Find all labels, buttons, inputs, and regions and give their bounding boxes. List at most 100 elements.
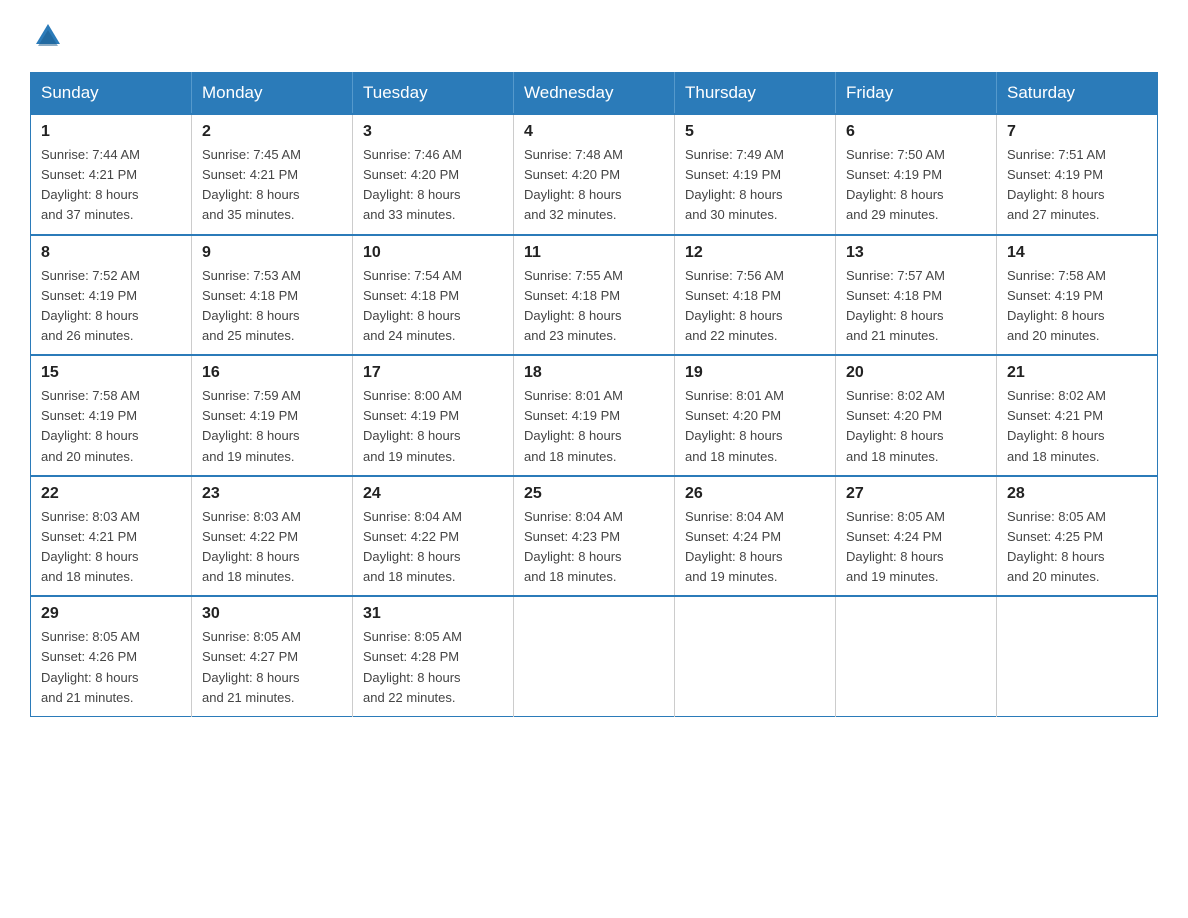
day-number: 20 — [846, 364, 986, 382]
day-number: 19 — [685, 364, 825, 382]
calendar-day-cell: 14 Sunrise: 7:58 AMSunset: 4:19 PMDaylig… — [997, 235, 1158, 356]
calendar-day-cell: 25 Sunrise: 8:04 AMSunset: 4:23 PMDaylig… — [514, 476, 675, 597]
calendar-day-cell: 7 Sunrise: 7:51 AMSunset: 4:19 PMDayligh… — [997, 114, 1158, 235]
calendar-day-cell: 27 Sunrise: 8:05 AMSunset: 4:24 PMDaylig… — [836, 476, 997, 597]
day-info: Sunrise: 7:58 AMSunset: 4:19 PMDaylight:… — [41, 386, 181, 467]
day-number: 18 — [524, 364, 664, 382]
day-number: 17 — [363, 364, 503, 382]
day-number: 28 — [1007, 485, 1147, 503]
calendar-day-cell — [997, 596, 1158, 716]
day-info: Sunrise: 7:54 AMSunset: 4:18 PMDaylight:… — [363, 266, 503, 347]
calendar-day-cell: 1 Sunrise: 7:44 AMSunset: 4:21 PMDayligh… — [31, 114, 192, 235]
day-number: 15 — [41, 364, 181, 382]
day-info: Sunrise: 8:05 AMSunset: 4:26 PMDaylight:… — [41, 627, 181, 708]
day-of-week-header: Thursday — [675, 73, 836, 115]
day-info: Sunrise: 7:51 AMSunset: 4:19 PMDaylight:… — [1007, 145, 1147, 226]
day-info: Sunrise: 8:01 AMSunset: 4:20 PMDaylight:… — [685, 386, 825, 467]
day-number: 3 — [363, 123, 503, 141]
day-info: Sunrise: 7:49 AMSunset: 4:19 PMDaylight:… — [685, 145, 825, 226]
calendar-day-cell: 17 Sunrise: 8:00 AMSunset: 4:19 PMDaylig… — [353, 355, 514, 476]
day-number: 9 — [202, 244, 342, 262]
day-number: 11 — [524, 244, 664, 262]
calendar-day-cell: 3 Sunrise: 7:46 AMSunset: 4:20 PMDayligh… — [353, 114, 514, 235]
calendar-day-cell: 22 Sunrise: 8:03 AMSunset: 4:21 PMDaylig… — [31, 476, 192, 597]
day-info: Sunrise: 8:04 AMSunset: 4:22 PMDaylight:… — [363, 507, 503, 588]
calendar-day-cell: 6 Sunrise: 7:50 AMSunset: 4:19 PMDayligh… — [836, 114, 997, 235]
calendar-day-cell — [514, 596, 675, 716]
day-number: 29 — [41, 605, 181, 623]
calendar-week-row: 1 Sunrise: 7:44 AMSunset: 4:21 PMDayligh… — [31, 114, 1158, 235]
day-info: Sunrise: 8:05 AMSunset: 4:24 PMDaylight:… — [846, 507, 986, 588]
logo — [30, 20, 66, 52]
calendar-day-cell: 9 Sunrise: 7:53 AMSunset: 4:18 PMDayligh… — [192, 235, 353, 356]
day-info: Sunrise: 8:02 AMSunset: 4:21 PMDaylight:… — [1007, 386, 1147, 467]
day-of-week-header: Friday — [836, 73, 997, 115]
day-info: Sunrise: 7:57 AMSunset: 4:18 PMDaylight:… — [846, 266, 986, 347]
calendar-day-cell: 30 Sunrise: 8:05 AMSunset: 4:27 PMDaylig… — [192, 596, 353, 716]
day-info: Sunrise: 7:55 AMSunset: 4:18 PMDaylight:… — [524, 266, 664, 347]
day-number: 26 — [685, 485, 825, 503]
calendar-day-cell: 11 Sunrise: 7:55 AMSunset: 4:18 PMDaylig… — [514, 235, 675, 356]
day-of-week-header: Wednesday — [514, 73, 675, 115]
day-number: 13 — [846, 244, 986, 262]
day-info: Sunrise: 8:00 AMSunset: 4:19 PMDaylight:… — [363, 386, 503, 467]
calendar-day-cell: 15 Sunrise: 7:58 AMSunset: 4:19 PMDaylig… — [31, 355, 192, 476]
day-number: 31 — [363, 605, 503, 623]
calendar-day-cell: 16 Sunrise: 7:59 AMSunset: 4:19 PMDaylig… — [192, 355, 353, 476]
day-of-week-header: Monday — [192, 73, 353, 115]
day-number: 8 — [41, 244, 181, 262]
day-number: 23 — [202, 485, 342, 503]
day-of-week-header: Sunday — [31, 73, 192, 115]
day-info: Sunrise: 8:05 AMSunset: 4:27 PMDaylight:… — [202, 627, 342, 708]
day-info: Sunrise: 7:44 AMSunset: 4:21 PMDaylight:… — [41, 145, 181, 226]
day-number: 22 — [41, 485, 181, 503]
calendar-day-cell: 21 Sunrise: 8:02 AMSunset: 4:21 PMDaylig… — [997, 355, 1158, 476]
day-number: 1 — [41, 123, 181, 141]
day-info: Sunrise: 8:01 AMSunset: 4:19 PMDaylight:… — [524, 386, 664, 467]
day-info: Sunrise: 7:53 AMSunset: 4:18 PMDaylight:… — [202, 266, 342, 347]
calendar-day-cell: 19 Sunrise: 8:01 AMSunset: 4:20 PMDaylig… — [675, 355, 836, 476]
calendar-header-row: SundayMondayTuesdayWednesdayThursdayFrid… — [31, 73, 1158, 115]
day-number: 7 — [1007, 123, 1147, 141]
day-info: Sunrise: 7:59 AMSunset: 4:19 PMDaylight:… — [202, 386, 342, 467]
day-info: Sunrise: 8:02 AMSunset: 4:20 PMDaylight:… — [846, 386, 986, 467]
day-number: 16 — [202, 364, 342, 382]
day-info: Sunrise: 7:58 AMSunset: 4:19 PMDaylight:… — [1007, 266, 1147, 347]
calendar-day-cell: 20 Sunrise: 8:02 AMSunset: 4:20 PMDaylig… — [836, 355, 997, 476]
calendar-week-row: 15 Sunrise: 7:58 AMSunset: 4:19 PMDaylig… — [31, 355, 1158, 476]
day-info: Sunrise: 8:05 AMSunset: 4:25 PMDaylight:… — [1007, 507, 1147, 588]
calendar-day-cell: 26 Sunrise: 8:04 AMSunset: 4:24 PMDaylig… — [675, 476, 836, 597]
day-info: Sunrise: 7:46 AMSunset: 4:20 PMDaylight:… — [363, 145, 503, 226]
calendar-day-cell: 18 Sunrise: 8:01 AMSunset: 4:19 PMDaylig… — [514, 355, 675, 476]
day-number: 12 — [685, 244, 825, 262]
day-number: 25 — [524, 485, 664, 503]
day-number: 4 — [524, 123, 664, 141]
day-info: Sunrise: 8:05 AMSunset: 4:28 PMDaylight:… — [363, 627, 503, 708]
calendar-day-cell: 5 Sunrise: 7:49 AMSunset: 4:19 PMDayligh… — [675, 114, 836, 235]
calendar-day-cell: 28 Sunrise: 8:05 AMSunset: 4:25 PMDaylig… — [997, 476, 1158, 597]
day-number: 14 — [1007, 244, 1147, 262]
calendar-table: SundayMondayTuesdayWednesdayThursdayFrid… — [30, 72, 1158, 717]
calendar-day-cell: 4 Sunrise: 7:48 AMSunset: 4:20 PMDayligh… — [514, 114, 675, 235]
day-number: 10 — [363, 244, 503, 262]
day-info: Sunrise: 7:48 AMSunset: 4:20 PMDaylight:… — [524, 145, 664, 226]
day-of-week-header: Tuesday — [353, 73, 514, 115]
day-number: 27 — [846, 485, 986, 503]
calendar-day-cell: 13 Sunrise: 7:57 AMSunset: 4:18 PMDaylig… — [836, 235, 997, 356]
day-info: Sunrise: 7:50 AMSunset: 4:19 PMDaylight:… — [846, 145, 986, 226]
day-number: 30 — [202, 605, 342, 623]
day-info: Sunrise: 7:56 AMSunset: 4:18 PMDaylight:… — [685, 266, 825, 347]
calendar-day-cell: 23 Sunrise: 8:03 AMSunset: 4:22 PMDaylig… — [192, 476, 353, 597]
day-number: 2 — [202, 123, 342, 141]
calendar-day-cell: 24 Sunrise: 8:04 AMSunset: 4:22 PMDaylig… — [353, 476, 514, 597]
day-info: Sunrise: 8:04 AMSunset: 4:24 PMDaylight:… — [685, 507, 825, 588]
logo-icon — [32, 20, 64, 52]
day-number: 5 — [685, 123, 825, 141]
page-header — [30, 20, 1158, 52]
day-number: 21 — [1007, 364, 1147, 382]
day-info: Sunrise: 7:52 AMSunset: 4:19 PMDaylight:… — [41, 266, 181, 347]
calendar-week-row: 29 Sunrise: 8:05 AMSunset: 4:26 PMDaylig… — [31, 596, 1158, 716]
calendar-day-cell: 29 Sunrise: 8:05 AMSunset: 4:26 PMDaylig… — [31, 596, 192, 716]
day-info: Sunrise: 7:45 AMSunset: 4:21 PMDaylight:… — [202, 145, 342, 226]
day-number: 6 — [846, 123, 986, 141]
